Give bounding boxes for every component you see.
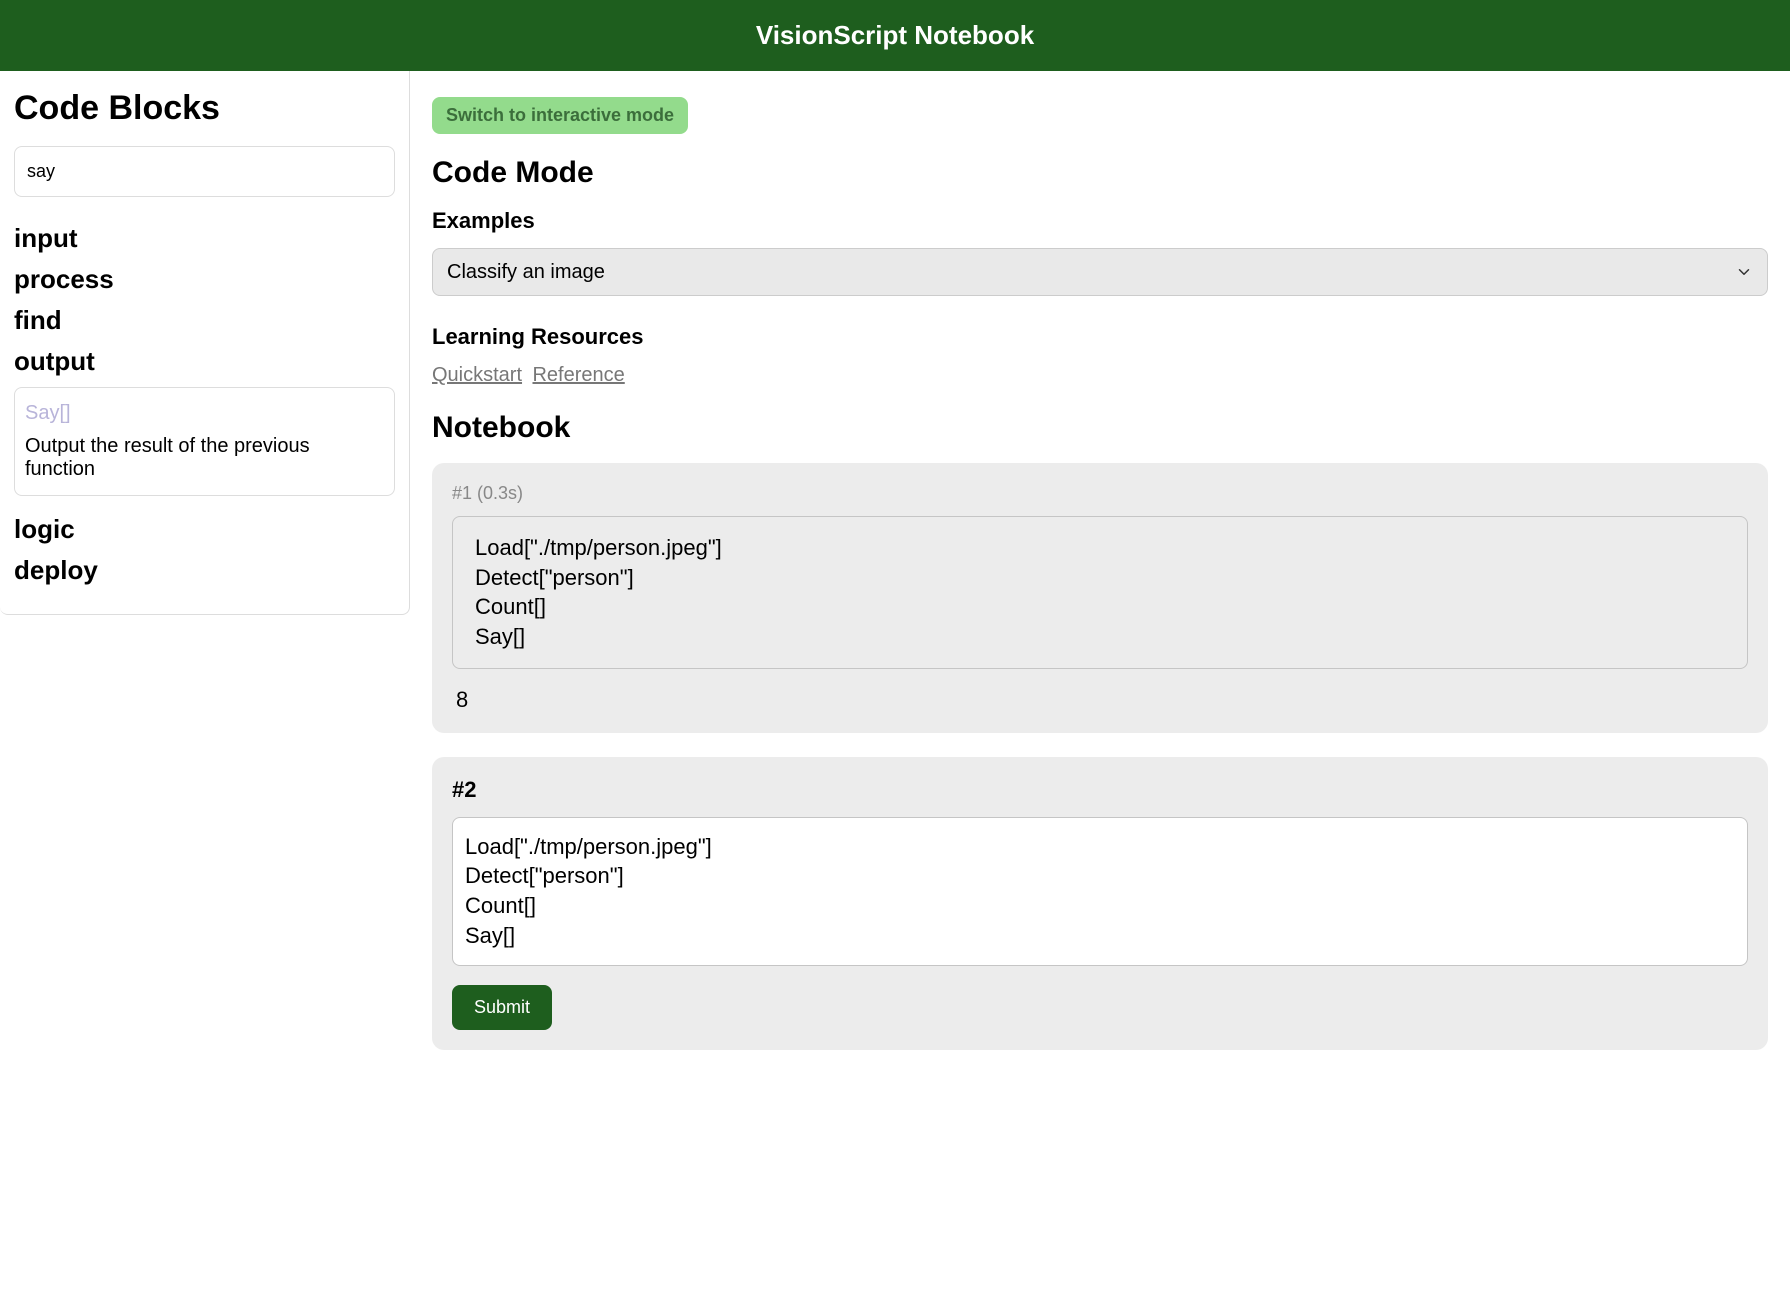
examples-select[interactable]: Classify an image <box>432 248 1768 296</box>
mode-title: Code Mode <box>432 156 1768 190</box>
search-input[interactable] <box>14 146 395 197</box>
notebook-cell-2: #2 Submit <box>432 757 1768 1050</box>
cell-meta: #1 (0.3s) <box>452 483 1748 504</box>
category-find[interactable]: find <box>14 305 395 336</box>
block-name: Say[] <box>25 402 384 425</box>
block-card-say[interactable]: Say[] Output the result of the previous … <box>14 387 395 496</box>
category-output[interactable]: output <box>14 346 395 377</box>
cell-output: 8 <box>452 687 1748 713</box>
sidebar: Code Blocks input process find output Sa… <box>0 71 410 615</box>
cell-title: #2 <box>452 777 1748 803</box>
category-logic[interactable]: logic <box>14 514 395 545</box>
examples-title: Examples <box>432 208 1768 234</box>
block-description: Output the result of the previous functi… <box>25 435 384 481</box>
notebook-title: Notebook <box>432 411 1768 445</box>
resources-title: Learning Resources <box>432 324 1768 350</box>
code-textarea[interactable] <box>452 817 1748 966</box>
category-deploy[interactable]: deploy <box>14 555 395 586</box>
switch-mode-button[interactable]: Switch to interactive mode <box>432 97 688 134</box>
main-content: Switch to interactive mode Code Mode Exa… <box>410 71 1790 1311</box>
category-process[interactable]: process <box>14 264 395 295</box>
resources-links: Quickstart Reference <box>432 364 1768 387</box>
category-input[interactable]: input <box>14 223 395 254</box>
code-display[interactable]: Load["./tmp/person.jpeg"] Detect["person… <box>452 516 1748 669</box>
container: Code Blocks input process find output Sa… <box>0 71 1790 1311</box>
app-title: VisionScript Notebook <box>756 20 1034 50</box>
submit-button[interactable]: Submit <box>452 985 552 1030</box>
header: VisionScript Notebook <box>0 0 1790 71</box>
quickstart-link[interactable]: Quickstart <box>432 364 522 386</box>
sidebar-title: Code Blocks <box>14 89 395 128</box>
notebook-cell-1: #1 (0.3s) Load["./tmp/person.jpeg"] Dete… <box>432 463 1768 733</box>
reference-link[interactable]: Reference <box>532 364 624 386</box>
